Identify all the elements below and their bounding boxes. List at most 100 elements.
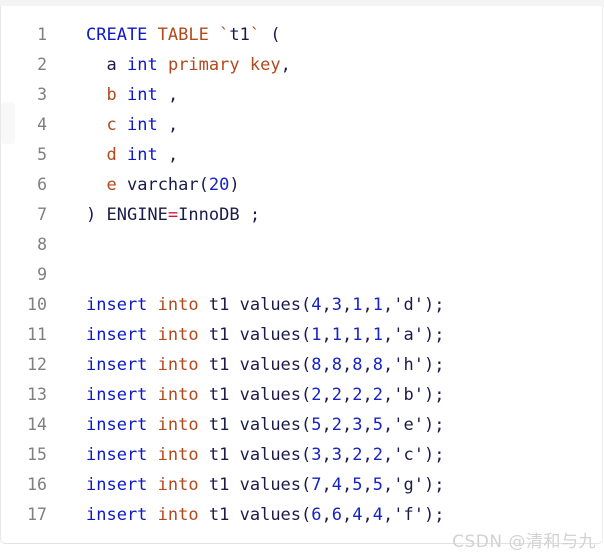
code-token: values — [239, 475, 302, 495]
code-token: 20 — [208, 175, 230, 195]
code-token: , — [342, 295, 353, 315]
code-line[interactable]: 6 e varchar(20) — [1, 170, 602, 200]
code-line[interactable]: 10 insert into t1 values(4,3,1,1,'d'); — [1, 290, 602, 320]
code-token: CREATE — [86, 25, 148, 45]
code-token: 4 — [372, 505, 384, 525]
code-line[interactable]: 1 CREATE TABLE `t1` ( — [1, 20, 602, 50]
code-token: into — [157, 355, 199, 375]
code-line[interactable]: 4 c int , — [1, 110, 602, 140]
code-lines-list[interactable]: 1 CREATE TABLE `t1` (2 a int primary key,… — [1, 6, 602, 540]
code-line[interactable]: 9 — [1, 260, 602, 290]
code-token: 8 — [311, 355, 322, 375]
code-token: 1 — [331, 325, 343, 345]
code-token: 3 — [331, 295, 343, 315]
line-number: 1 — [37, 25, 47, 44]
code-token: 2 — [331, 385, 343, 405]
code-token: 6 — [331, 505, 343, 525]
code-token: t1 — [208, 385, 230, 405]
code-token: 5 — [311, 415, 322, 435]
code-token: 'f' — [393, 505, 424, 525]
code-token: 3 — [352, 415, 363, 435]
line-number: 10 — [27, 295, 47, 314]
code-token: , — [383, 415, 394, 435]
code-token: 4 — [352, 505, 363, 525]
code-line[interactable]: 3 b int , — [1, 80, 602, 110]
code-token: b — [106, 85, 117, 105]
code-token: varchar — [126, 175, 199, 195]
code-token: 'd' — [393, 295, 424, 315]
code-line[interactable]: 2 a int primary key, — [1, 50, 602, 80]
code-line[interactable]: 15 insert into t1 values(3,3,2,2,'c'); — [1, 440, 602, 470]
code-token: ); — [424, 385, 445, 405]
code-token: , — [383, 295, 394, 315]
code-token: = — [167, 205, 179, 225]
code-token: 1 — [352, 295, 363, 315]
code-token: , — [362, 355, 373, 375]
code-token: ( — [198, 175, 209, 195]
code-token: , — [383, 445, 394, 465]
code-token: 2 — [331, 415, 343, 435]
code-line[interactable]: 17 insert into t1 values(6,6,4,4,'f'); — [1, 500, 602, 530]
code-token: , — [321, 385, 332, 405]
line-number: 4 — [37, 115, 47, 134]
code-token: c — [106, 115, 117, 135]
code-token: , — [321, 355, 332, 375]
code-line-text: a int primary key, — [47, 50, 290, 80]
code-line-text: insert into t1 values(6,6,4,4,'f'); — [47, 500, 444, 530]
code-token: ) — [229, 175, 240, 195]
code-line[interactable]: 7) ENGINE=InnoDB ; — [1, 200, 602, 230]
code-token: , — [362, 445, 373, 465]
code-token: 5 — [372, 415, 384, 435]
code-line[interactable]: 12 insert into t1 values(8,8,8,8,'h'); — [1, 350, 602, 380]
code-token: , — [383, 385, 394, 405]
code-token: TABLE — [157, 25, 209, 45]
code-token: values — [239, 415, 302, 435]
code-line[interactable]: 16 insert into t1 values(7,4,5,5,'g'); — [1, 470, 602, 500]
code-token: 1 — [372, 325, 384, 345]
code-token: t1 — [208, 325, 230, 345]
code-token: ); — [424, 475, 445, 495]
code-token: ( — [301, 295, 312, 315]
code-token: int — [126, 145, 158, 165]
code-token: 1 — [352, 325, 363, 345]
code-line[interactable]: 5 d int , — [1, 140, 602, 170]
code-line[interactable]: 14 insert into t1 values(5,2,3,5,'e'); — [1, 410, 602, 440]
line-number: 13 — [27, 385, 47, 404]
code-line-text: insert into t1 values(4,3,1,1,'d'); — [47, 290, 444, 320]
code-token: t1 — [208, 505, 230, 525]
code-token: into — [157, 325, 199, 345]
code-line[interactable]: 8 — [1, 230, 602, 260]
code-token: insert — [86, 355, 148, 375]
code-token: , — [383, 475, 394, 495]
code-token: ; — [239, 205, 261, 225]
code-line[interactable]: 11 insert into t1 values(1,1,1,1,'a'); — [1, 320, 602, 350]
code-token: int — [126, 55, 158, 75]
code-token: e — [106, 175, 117, 195]
code-token: t1 — [208, 295, 230, 315]
code-token: ); — [424, 355, 445, 375]
code-line-text: insert into t1 values(7,4,5,5,'g'); — [47, 470, 444, 500]
code-token: , — [383, 505, 394, 525]
code-token: , — [342, 325, 353, 345]
csdn-watermark: CSDN @清和与九 — [452, 532, 596, 552]
code-token: , — [342, 505, 353, 525]
code-token: insert — [86, 475, 148, 495]
code-line[interactable]: 13 insert into t1 values(2,2,2,2,'b'); — [1, 380, 602, 410]
